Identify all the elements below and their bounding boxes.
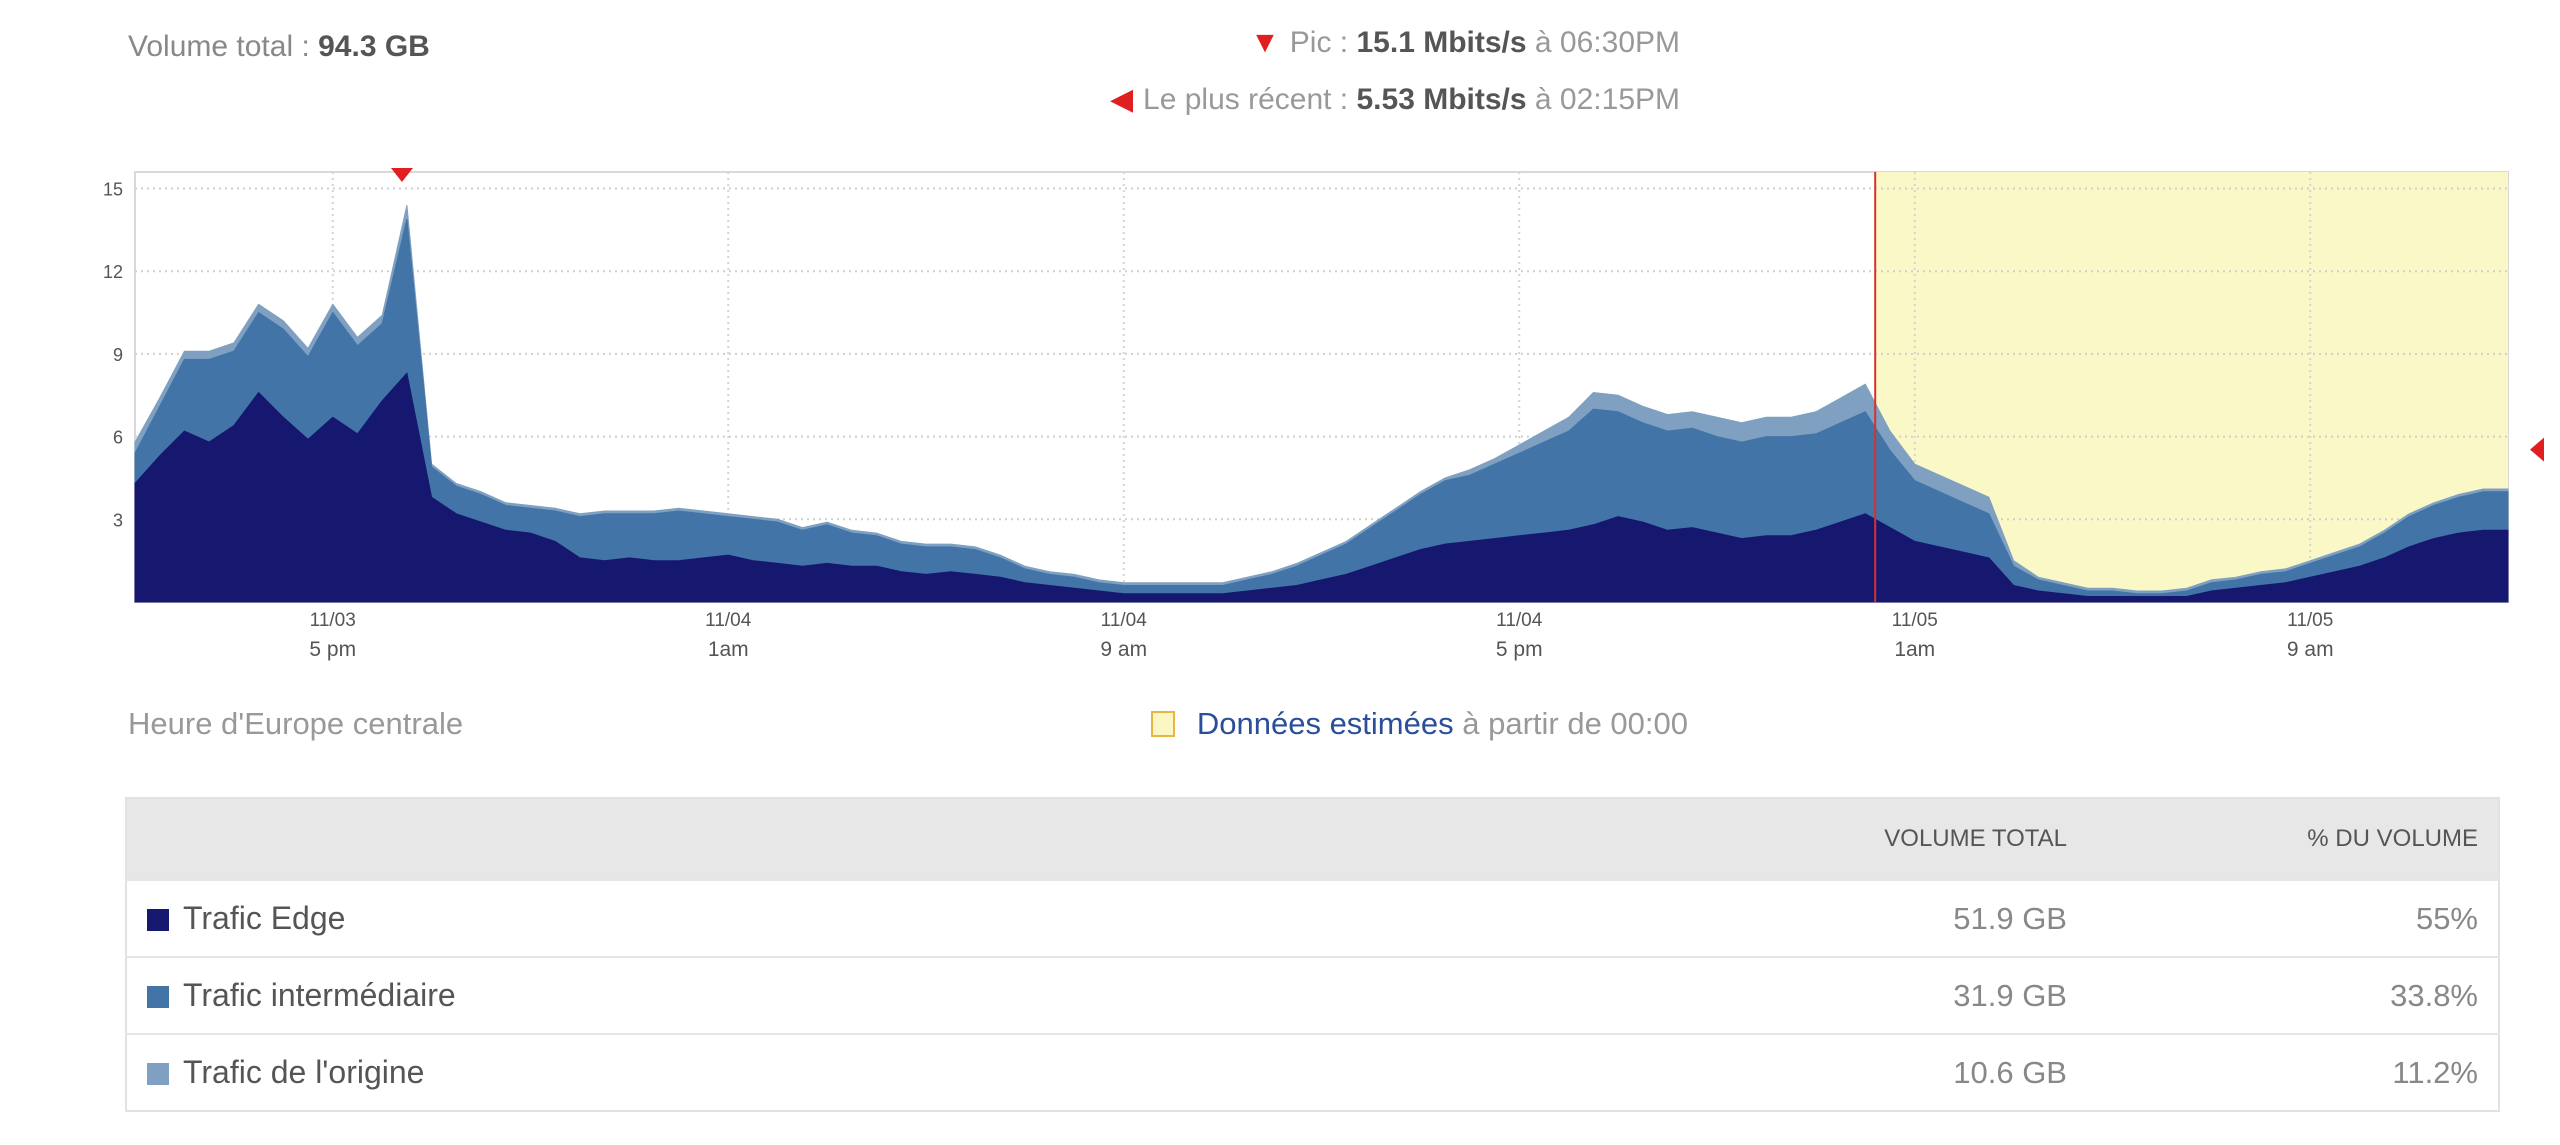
- peak-label: Pic :: [1289, 26, 1349, 59]
- x-tick-time: 5 pm: [309, 638, 356, 661]
- traffic-breakdown-table: VOLUME TOTAL % DU VOLUME Trafic Edge 51.…: [125, 797, 2500, 1112]
- estimated-swatch-icon: [1150, 711, 1175, 737]
- x-tick-time: 1am: [1894, 638, 1935, 661]
- table-row-origin: Trafic de l'origine 10.6 GB 11.2%: [126, 1033, 2499, 1111]
- table-header-row: VOLUME TOTAL % DU VOLUME: [126, 798, 2499, 880]
- total-volume-value: 94.3 GB: [318, 30, 430, 63]
- y-tick-label: 15: [103, 180, 123, 200]
- row-name: Trafic de l'origine: [183, 1054, 425, 1090]
- estimated-legend-suffix: à partir de 00:00: [1462, 706, 1688, 741]
- row-name-cell: Trafic de l'origine: [126, 1033, 1527, 1111]
- x-tick-time: 9 am: [1100, 638, 1147, 661]
- recent-value: 5.53 Mbits/s: [1356, 83, 1527, 116]
- estimated-legend: Données estimées à partir de 00:00: [1150, 706, 1688, 742]
- row-name: Trafic Edge: [183, 900, 346, 936]
- x-tick-date: 11/05: [2287, 610, 2333, 631]
- x-tick-date: 11/04: [1496, 610, 1543, 631]
- peak-time: à 06:30PM: [1534, 26, 1680, 59]
- x-tick-date: 11/05: [1892, 610, 1938, 631]
- timezone-label: Heure d'Europe centrale: [128, 706, 464, 741]
- estimated-legend-label: Données estimées: [1196, 706, 1454, 741]
- y-tick-label: 9: [113, 345, 123, 365]
- x-tick-time: 1am: [708, 638, 749, 661]
- peak-value: 15.1 Mbits/s: [1356, 26, 1527, 59]
- row-volume: 51.9 GB: [1527, 879, 2087, 957]
- row-percent: 33.8%: [2087, 956, 2499, 1034]
- chart-legend: Heure d'Europe centrale Données estimées…: [128, 706, 1688, 746]
- y-tick-label: 3: [113, 510, 123, 530]
- intermediate-swatch-icon: [147, 986, 169, 1008]
- table-header-volume[interactable]: VOLUME TOTAL: [1527, 798, 2087, 880]
- y-tick-label: 12: [103, 262, 123, 282]
- recent-stat: ◀ Le plus récent : 5.53 Mbits/s à 02:15PM: [1110, 82, 1680, 117]
- recent-label: Le plus récent :: [1143, 83, 1349, 116]
- traffic-stats: ▼ Pic : 15.1 Mbits/s à 06:30PM ◀ Le plus r…: [1110, 26, 1680, 139]
- x-tick-time: 9 am: [2287, 638, 2334, 661]
- table-row-intermediate: Trafic intermédiaire 31.9 GB 33.8%: [126, 956, 2499, 1034]
- x-tick-time: 5 pm: [1496, 638, 1543, 661]
- total-volume-label: Volume total :: [128, 30, 310, 63]
- row-volume: 31.9 GB: [1527, 956, 2087, 1034]
- table-header-percent[interactable]: % DU VOLUME: [2087, 798, 2499, 880]
- recent-time: à 02:15PM: [1534, 83, 1680, 116]
- row-name-cell: Trafic intermédiaire: [126, 956, 1527, 1034]
- x-tick-date: 11/04: [705, 610, 752, 631]
- peak-marker-icon: ▼: [1250, 26, 1280, 59]
- edge-swatch-icon: [147, 909, 169, 931]
- table-row-edge: Trafic Edge 51.9 GB 55%: [126, 879, 2499, 957]
- x-tick-date: 11/04: [1101, 610, 1148, 631]
- origin-swatch-icon: [147, 1063, 169, 1085]
- row-percent: 11.2%: [2087, 1033, 2499, 1111]
- recent-marker-icon: ◀: [1109, 83, 1134, 116]
- table-header-name: [126, 798, 1527, 880]
- traffic-report: Volume total : 94.3 GB ▼ Pic : 15.1 Mbits…: [0, 0, 2560, 1145]
- row-name: Trafic intermédiaire: [183, 977, 456, 1013]
- row-percent: 55%: [2087, 879, 2499, 957]
- recent-marker: [2530, 437, 2544, 462]
- row-name-cell: Trafic Edge: [126, 879, 1527, 957]
- total-volume: Volume total : 94.3 GB: [128, 30, 430, 64]
- row-volume: 10.6 GB: [1527, 1033, 2087, 1111]
- x-tick-date: 11/03: [310, 610, 356, 631]
- y-tick-label: 6: [113, 428, 123, 448]
- peak-stat: ▼ Pic : 15.1 Mbits/s à 06:30PM: [1110, 26, 1680, 60]
